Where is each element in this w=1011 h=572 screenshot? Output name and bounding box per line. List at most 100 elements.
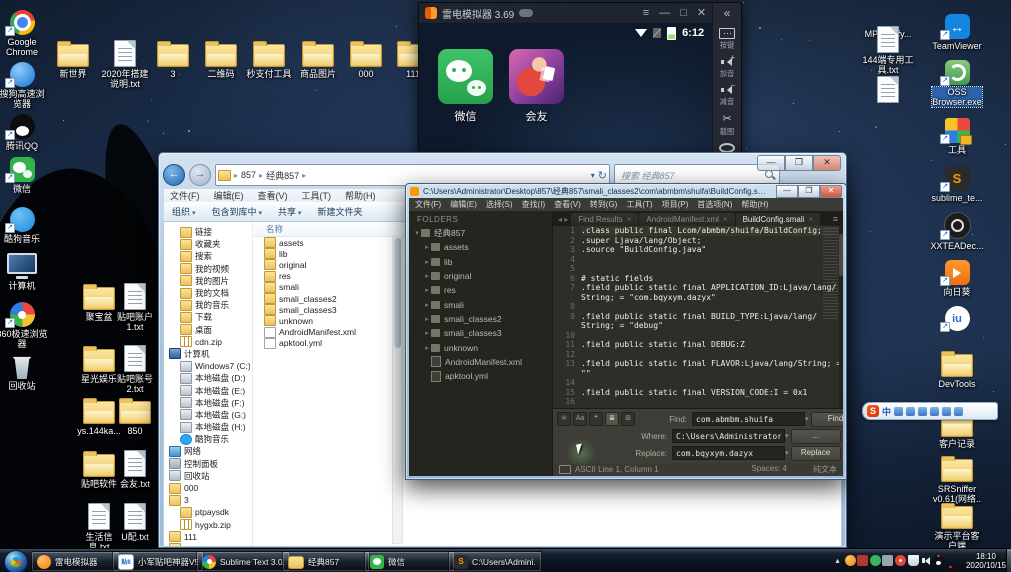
- desktop-icon-2020年搭建[interactable]: 2020年搭建 说明.txt: [100, 40, 150, 89]
- find-toggle-4[interactable]: ⊞: [621, 412, 635, 426]
- tab-scroll-buttons[interactable]: ◂ ▸: [553, 215, 571, 226]
- tree-item-我的文档[interactable]: 我的文档: [164, 287, 250, 299]
- tree-item-本地磁盘 (D:)[interactable]: 本地磁盘 (D:): [164, 372, 250, 384]
- desktop-icon-SRSniffer[interactable]: SRSniffer v0.61(网络..: [927, 455, 987, 504]
- taskbar-button-微信[interactable]: 微信: [364, 551, 455, 572]
- explorer-menu-工具(T)[interactable]: 工具(T): [302, 189, 332, 202]
- emulator-maximize-button[interactable]: □: [680, 4, 687, 22]
- toolbar-共享[interactable]: 共享: [278, 205, 301, 218]
- minimap[interactable]: [823, 228, 838, 320]
- taskbar-button-Sublime Text 3.0..[interactable]: Sublime Text 3.0..: [196, 551, 290, 572]
- desktop-icon-二维码[interactable]: 二维码: [196, 40, 246, 79]
- taskbar-clock[interactable]: 18:10 2020/10/15: [966, 552, 1006, 570]
- emulator-minimize-button[interactable]: —: [659, 4, 670, 22]
- sublime-minimize-button[interactable]: —: [776, 185, 798, 198]
- sublime-menu-工具(T)[interactable]: 工具(T): [626, 199, 652, 210]
- desktop-icon-微信[interactable]: 微信: [0, 155, 50, 194]
- sidebar-collapse-button[interactable]: «: [724, 6, 731, 20]
- sublime-tree-original[interactable]: ▸original: [409, 269, 552, 283]
- status-spaces[interactable]: Spaces: 4: [751, 464, 787, 475]
- find-history-dropdown[interactable]: ▾: [805, 415, 809, 423]
- explorer-menu-帮助(H)[interactable]: 帮助(H): [345, 189, 376, 202]
- desktop-icon-贴吧账户[interactable]: 贴吧账户 1.txt: [113, 283, 157, 332]
- replace-input[interactable]: [672, 446, 785, 460]
- android-app-微信[interactable]: 微信: [438, 49, 493, 124]
- android-app-会友[interactable]: 会友: [509, 49, 564, 124]
- sublime-tree-smali[interactable]: ▸smali: [409, 297, 552, 311]
- tree-item-本地磁盘 (F:)[interactable]: 本地磁盘 (F:): [164, 397, 250, 409]
- tree-item-本地磁盘 (G:)[interactable]: 本地磁盘 (G:): [164, 409, 250, 421]
- desktop-icon-回收站[interactable]: 回收站: [0, 352, 50, 391]
- refresh-button[interactable]: ↻: [598, 169, 607, 182]
- desktop-icon-搜狗高速浏[interactable]: 搜狗高速浏 览器: [0, 60, 50, 109]
- sublime-menu-编辑(E)[interactable]: 编辑(E): [450, 199, 477, 210]
- sublime-tree-res[interactable]: ▸res: [409, 283, 552, 297]
- emulator-close-button[interactable]: ✕: [697, 4, 706, 22]
- replace-history-dropdown[interactable]: ▾: [785, 449, 789, 457]
- sublime-close-button[interactable]: ✕: [820, 185, 842, 198]
- sublime-tree-AndroidManifest.xml[interactable]: AndroidManifest.xml: [409, 355, 552, 369]
- desktop-icon-iu[interactable]: [927, 304, 987, 331]
- sublime-menu-文件(F)[interactable]: 文件(F): [415, 199, 441, 210]
- taskbar-button-C:\Users\Admini...[interactable]: C:\Users\Admini...: [448, 551, 542, 572]
- explorer-menu-编辑(E)[interactable]: 编辑(E): [214, 189, 244, 202]
- tray-cup[interactable]: [908, 555, 919, 566]
- desktop-icon-计算机[interactable]: 计算机: [0, 252, 50, 291]
- show-desktop-button[interactable]: [1006, 549, 1011, 572]
- find-toggle-0[interactable]: ＊: [557, 412, 571, 426]
- desktop-icon-商品图片[interactable]: 商品图片: [293, 40, 343, 79]
- explorer-maximize-button[interactable]: ❐: [785, 155, 813, 171]
- desktop-icon-txt[interactable]: [858, 76, 918, 103]
- tray-volume[interactable]: [920, 555, 931, 566]
- tree-item-222[interactable]: 222: [164, 543, 250, 546]
- explorer-menu-查看(V)[interactable]: 查看(V): [258, 189, 288, 202]
- tray-ldplayer[interactable]: [845, 555, 856, 566]
- sogou-logo-icon[interactable]: S: [867, 405, 879, 417]
- sublime-menu-首选项(N)[interactable]: 首选项(N): [697, 199, 732, 210]
- sublime-tree-apktool.yml[interactable]: apktool.yml: [409, 369, 552, 383]
- sublime-tree-unknown[interactable]: ▸unknown: [409, 340, 552, 354]
- sublime-menu-项目(P)[interactable]: 项目(P): [662, 199, 689, 210]
- tree-item-链接[interactable]: 链接: [164, 226, 250, 238]
- status-syntax[interactable]: 纯文本: [813, 464, 837, 475]
- desktop-icon-酷狗音乐[interactable]: 酷狗音乐: [0, 205, 50, 244]
- breadcrumb-jingdian857[interactable]: 经典857: [266, 169, 299, 182]
- desktop-icon-Google[interactable]: Google Chrome: [0, 8, 50, 57]
- desktop-icon-850[interactable]: 850: [113, 397, 157, 436]
- sublime-tree-经典857[interactable]: ▾经典857: [409, 226, 552, 240]
- tree-item-收藏夹[interactable]: 收藏夹: [164, 238, 250, 250]
- sublime-menu-选择(S)[interactable]: 选择(S): [486, 199, 513, 210]
- tree-item-计算机[interactable]: 计算机: [164, 348, 250, 360]
- desktop-icon-秒支付工具[interactable]: 秒支付工具: [244, 40, 294, 79]
- desktop-icon-TeamViewer[interactable]: TeamViewer: [927, 12, 987, 51]
- breadcrumb-857[interactable]: 857: [241, 170, 256, 180]
- emulator-titlebar[interactable]: 雷电模拟器 3.69 ≡ — □ ✕: [419, 3, 712, 23]
- taskbar-button-经典857[interactable]: 经典857: [282, 551, 370, 572]
- where-history-dropdown[interactable]: ▾: [785, 432, 789, 440]
- sublime-tree-assets[interactable]: ▸assets: [409, 240, 552, 254]
- desktop-icon-贴吧账号[interactable]: 贴吧账号 2.txt: [113, 345, 157, 394]
- desktop-icon-OSS[interactable]: OSS Browser.exe: [927, 58, 987, 107]
- tab-Find Results[interactable]: Find Results×: [571, 213, 638, 226]
- toolbar-包含到库中[interactable]: 包含到库中: [211, 205, 261, 218]
- tree-item-本地磁盘 (E:)[interactable]: 本地磁盘 (E:): [164, 384, 250, 396]
- tab-close-icon[interactable]: ×: [808, 215, 813, 224]
- find-toggle-2[interactable]: ❝: [589, 412, 603, 426]
- tree-item-桌面[interactable]: 桌面: [164, 324, 250, 336]
- taskbar-button-小军贴吧神器V56..[interactable]: 贴6小军贴吧神器V56..: [112, 551, 204, 572]
- tree-item-我的视频[interactable]: 我的视频: [164, 263, 250, 275]
- toolbar-新建文件夹[interactable]: 新建文件夹: [317, 205, 362, 218]
- emulator-tool-scissors[interactable]: ✂截图: [719, 113, 735, 137]
- emulator-tool-volume-down[interactable]: −减音: [719, 85, 735, 107]
- tray-qq[interactable]: [945, 566, 956, 572]
- tab-BuildConfig.smali[interactable]: BuildConfig.smali×: [736, 213, 820, 226]
- sublime-titlebar[interactable]: C:\Users\Administrator\Desktop\857\经典857…: [406, 184, 846, 198]
- find-toggle-1[interactable]: Aa: [573, 412, 587, 426]
- start-button[interactable]: [4, 550, 28, 572]
- sublime-menu-转到(G)[interactable]: 转到(G): [590, 199, 618, 210]
- sublime-tree-smali_classes2[interactable]: ▸smali_classes2: [409, 312, 552, 326]
- tab-close-icon[interactable]: ×: [723, 215, 728, 224]
- desktop-icon-演示平台客[interactable]: 演示平台客 户端: [927, 502, 987, 551]
- ime-skin-icon[interactable]: [942, 407, 951, 416]
- desktop-icon-会友.txt[interactable]: 会友.txt: [113, 450, 157, 489]
